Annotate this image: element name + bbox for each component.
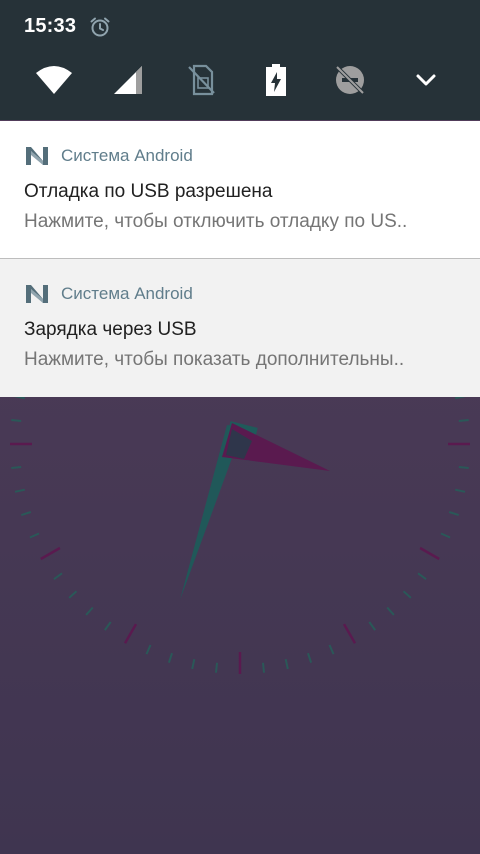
clock-minute-tick <box>167 652 173 664</box>
clock-minute-tick <box>440 532 451 539</box>
clock-minute-tick <box>328 644 335 655</box>
no-sim-icon[interactable] <box>181 60 221 100</box>
notification-usb-debugging[interactable]: Система Android Отладка по USB разрешена… <box>0 121 480 259</box>
clock-minute-tick <box>14 488 26 493</box>
notification-text: Нажмите, чтобы отключить отладку по US.. <box>24 211 408 232</box>
clock-minute-tick <box>402 590 412 599</box>
battery-charging-icon[interactable] <box>256 60 296 100</box>
android-n-icon <box>26 285 48 303</box>
notification-title: Зарядка через USB <box>24 319 197 340</box>
status-time: 15:33 <box>24 15 77 37</box>
notification-app-row: Система Android <box>24 283 193 305</box>
android-n-icon <box>26 147 48 165</box>
clock-hour-tick <box>419 546 440 561</box>
clock-minute-tick <box>458 466 469 469</box>
clock-minute-tick <box>262 662 265 673</box>
notification-app-row: Система Android <box>24 145 193 167</box>
clock-hour-tick <box>123 623 138 644</box>
clock-hour-tick <box>40 546 61 561</box>
notification-title: Отладка по USB разрешена <box>24 181 273 202</box>
cellular-signal-icon[interactable] <box>108 60 148 100</box>
clock-hour-tick <box>342 623 357 644</box>
clock-minute-tick <box>307 652 313 664</box>
notification-usb-charging[interactable]: Система Android Зарядка через USB Нажмит… <box>0 259 480 397</box>
clock-minute-tick <box>417 572 427 581</box>
notification-app-name: Система Android <box>61 284 193 303</box>
clock-minute-tick <box>53 572 63 581</box>
clock-minute-tick <box>458 419 469 422</box>
clock-minute-tick <box>103 621 112 631</box>
quick-settings-header: 15:33 <box>0 0 480 120</box>
clock-minute-tick <box>368 621 377 631</box>
clock-wallpaper <box>0 395 480 854</box>
clock-minute-tick <box>68 590 78 599</box>
clock-minute-tick <box>11 419 22 422</box>
clock-minute-tick <box>215 662 218 673</box>
clock-minute-tick <box>448 511 460 517</box>
alarm-clock-icon <box>89 16 111 38</box>
notification-text: Нажмите, чтобы показать дополнительны.. <box>24 349 405 370</box>
clock-minute-tick <box>454 395 466 400</box>
clock-minute-tick <box>454 488 466 493</box>
analog-clock <box>10 395 470 674</box>
clock-minute-tick <box>191 658 196 670</box>
clock-minute-tick <box>145 644 152 655</box>
clock-minute-tick <box>85 606 94 616</box>
notification-app-name: Система Android <box>61 146 193 165</box>
clock-minute-tick <box>284 658 289 670</box>
expand-chevron-icon[interactable] <box>406 60 446 100</box>
do-not-disturb-off-icon[interactable] <box>330 60 370 100</box>
clock-minute-tick <box>11 466 22 469</box>
wifi-icon[interactable] <box>34 60 74 100</box>
clock-minute-tick <box>29 532 40 539</box>
clock-minute-tick <box>386 606 395 616</box>
clock-minute-tick <box>14 395 26 400</box>
clock-minute-tick <box>20 511 32 517</box>
